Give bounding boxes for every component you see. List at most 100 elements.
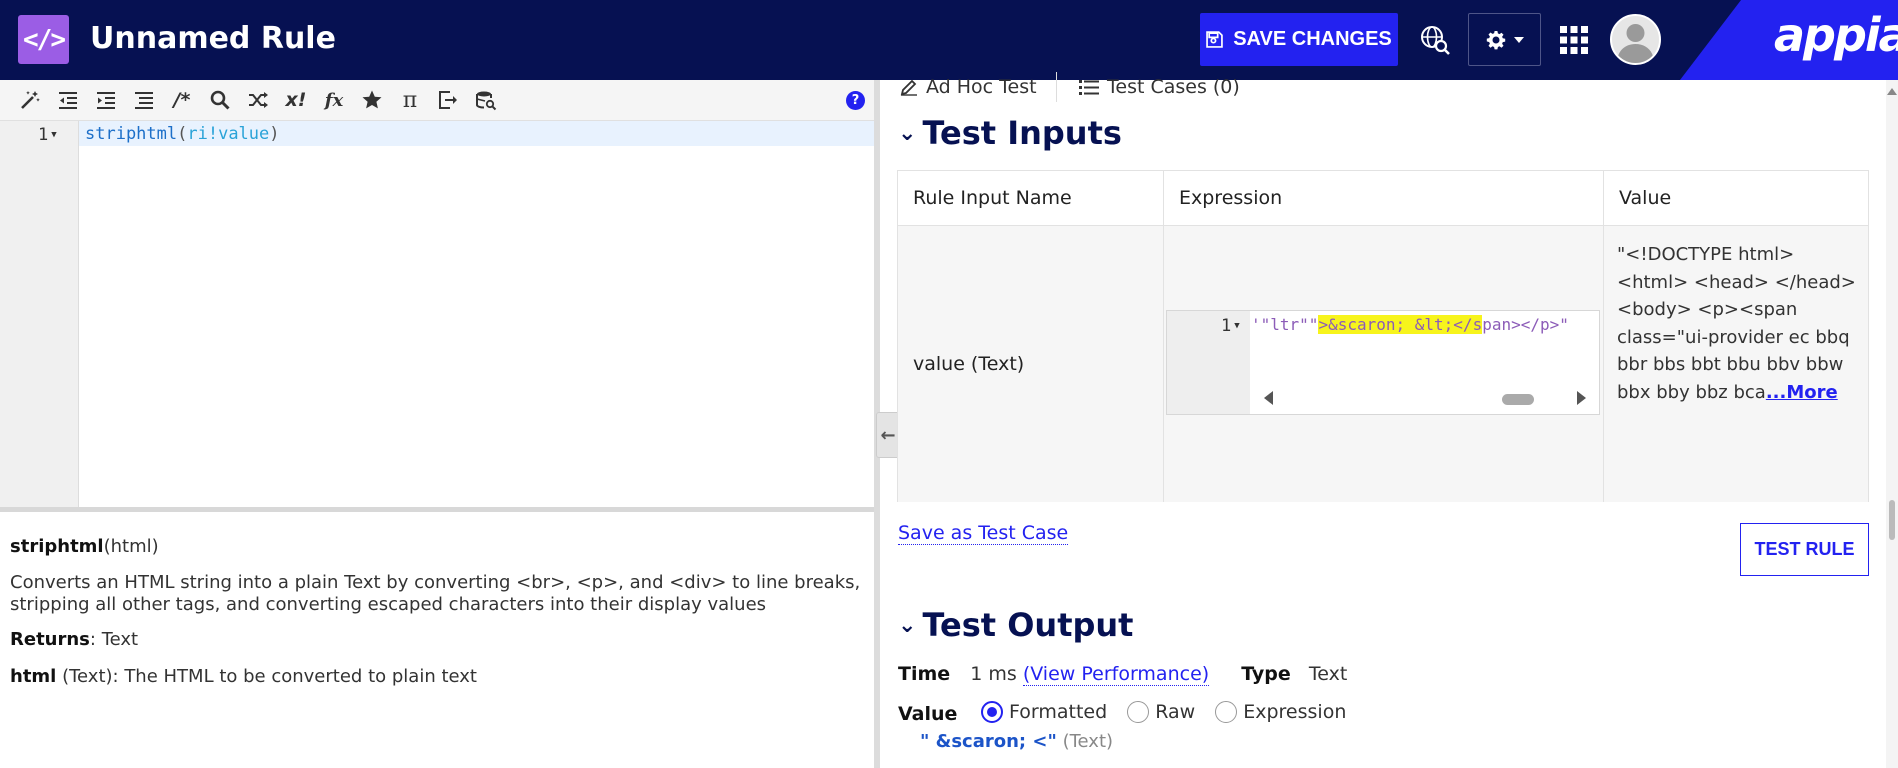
parameter-line: html (Text): The HTML to be converted to… — [10, 666, 864, 687]
code-open-paren: ( — [177, 124, 188, 144]
view-performance-link[interactable]: (View Performance) — [1022, 663, 1210, 686]
radio-formatted[interactable]: Formatted — [981, 701, 1107, 723]
test-rule-button[interactable]: TEST RULE — [1740, 523, 1869, 576]
output-result: " &scaron; <" (Text) — [920, 731, 1113, 752]
test-inputs-title: Test Inputs — [922, 114, 1122, 152]
settings-dropdown-button[interactable] — [1468, 13, 1541, 66]
fold-arrow-icon[interactable]: ▼ — [51, 130, 56, 140]
column-header-value: Value — [1603, 171, 1868, 225]
user-silhouette-icon — [1617, 24, 1654, 63]
chevron-down-icon: ⌄ — [898, 612, 917, 638]
gear-icon — [1486, 30, 1505, 49]
pencil-icon — [900, 79, 917, 96]
save-changes-button[interactable]: SAVE CHANGES — [1200, 13, 1398, 66]
function-docs: striphtml(html) Converts an HTML string … — [0, 512, 874, 768]
tab-test-cases[interactable]: Test Cases (0) — [1079, 72, 1240, 102]
more-link[interactable]: ...More — [1766, 382, 1838, 403]
tab-divider — [1056, 72, 1057, 102]
comment-icon[interactable]: /* — [163, 85, 201, 115]
star-icon[interactable] — [353, 85, 391, 115]
code-function: striphtml — [85, 124, 178, 144]
export-icon[interactable] — [429, 85, 467, 115]
result-type: (Text) — [1062, 731, 1114, 752]
function-description: Converts an HTML string into a plain Tex… — [10, 572, 861, 615]
expression-code[interactable]: '"ltr"">&scaron; &lt;</span></p>" — [1251, 315, 1599, 341]
returns-line: Returns: Text — [10, 629, 864, 650]
table-header: Rule Input Name Expression Value — [898, 171, 1868, 226]
input-value-text: "<!DOCTYPE html> <html> <head> </head> <… — [1617, 241, 1867, 406]
editor-gutter: 1 ▼ — [0, 121, 79, 507]
output-value-row: Value — [898, 703, 957, 725]
top-bar: </> Unnamed Rule SAVE CHANGES appi — [0, 0, 1898, 80]
save-as-test-case-link[interactable]: Save as Test Case — [898, 522, 1069, 545]
code-argument: ri!value — [187, 124, 270, 144]
format-list-icon[interactable] — [125, 85, 163, 115]
shuffle-icon[interactable] — [239, 85, 277, 115]
type-label: Type — [1241, 663, 1291, 685]
database-search-icon[interactable] — [467, 85, 505, 115]
rule-input-name: value (Text) — [913, 353, 1025, 375]
returns-label: Returns — [10, 629, 90, 650]
radio-selected-icon — [981, 701, 1003, 723]
tab-test-cases-label: Test Cases (0) — [1107, 76, 1240, 98]
radio-expression-label: Expression — [1243, 701, 1347, 723]
result-string: " &scaron; <" — [920, 731, 1057, 752]
scroll-right-icon[interactable] — [1577, 391, 1586, 405]
globe-search-button[interactable] — [1410, 13, 1460, 66]
magic-wand-icon[interactable] — [11, 85, 49, 115]
function-signature: striphtml(html) — [10, 536, 864, 557]
radio-expression[interactable]: Expression — [1215, 701, 1346, 723]
indent-icon[interactable] — [87, 85, 125, 115]
tab-ad-hoc-label: Ad Hoc Test — [926, 76, 1037, 98]
expression-gutter: 1 ▼ — [1167, 311, 1250, 414]
list-icon — [1079, 80, 1099, 95]
test-inputs-heading[interactable]: ⌄ Test Inputs — [898, 114, 1122, 152]
horizontal-scrollbar[interactable] — [1251, 389, 1599, 409]
scrollbar-thumb[interactable] — [1889, 500, 1895, 540]
rule-icon: </> — [18, 15, 69, 64]
outdent-icon[interactable] — [49, 85, 87, 115]
user-avatar[interactable] — [1610, 14, 1661, 65]
chevron-down-icon: ⌄ — [898, 120, 917, 146]
pi-icon[interactable]: π — [391, 85, 429, 115]
parameter-desc: (Text): The HTML to be converted to plai… — [56, 666, 477, 687]
app-root: </> Unnamed Rule SAVE CHANGES appi /* x!… — [0, 0, 1898, 768]
function-icon[interactable]: fx — [315, 85, 353, 115]
line-number: 1 ▼ — [1221, 316, 1240, 336]
time-value: 1 ms — [970, 663, 1017, 685]
code-close-paren: ) — [269, 124, 280, 144]
type-value: Text — [1308, 663, 1348, 685]
apps-grid-button[interactable] — [1548, 13, 1600, 66]
apps-grid-icon — [1560, 25, 1588, 54]
fold-arrow-icon[interactable]: ▼ — [1234, 321, 1239, 331]
line-number: 1 ▼ — [38, 125, 57, 145]
column-header-rule-input: Rule Input Name — [913, 187, 1072, 209]
expression-highlight: >&scaron; &lt;</s — [1318, 315, 1483, 334]
search-icon[interactable] — [201, 85, 239, 115]
value-label: Value — [898, 703, 958, 725]
code-line[interactable]: striphtml(ri!value) — [85, 124, 280, 144]
help-icon[interactable]: ? — [846, 91, 865, 110]
panel-scrollbar[interactable] — [1886, 80, 1898, 768]
parameter-name: html — [10, 666, 57, 687]
tab-ad-hoc-test[interactable]: Ad Hoc Test — [898, 72, 1056, 102]
expression-text-post: pan></p>" — [1482, 315, 1569, 334]
variable-icon[interactable]: x! — [277, 85, 315, 115]
scroll-up-icon[interactable] — [1887, 88, 1897, 95]
chevron-down-icon — [1513, 36, 1524, 43]
globe-search-icon — [1421, 25, 1450, 55]
time-label: Time — [898, 663, 951, 685]
test-output-title: Test Output — [922, 606, 1134, 644]
page-title: Unnamed Rule — [90, 21, 336, 56]
test-output-heading[interactable]: ⌄ Test Output — [898, 606, 1133, 644]
radio-raw[interactable]: Raw — [1127, 701, 1195, 723]
editor-toolbar: /* x! fx π — [0, 80, 874, 121]
output-meta-row: Time 1 ms (View Performance) Type Text — [898, 663, 1348, 686]
input-expression-editor[interactable]: 1 ▼ '"ltr"">&scaron; &lt;</span></p>" — [1166, 310, 1600, 415]
scroll-left-icon[interactable] — [1264, 391, 1273, 405]
expression-editor[interactable]: 1 ▼ striphtml(ri!value) — [0, 121, 874, 507]
appian-logo: appian — [1774, 8, 1898, 62]
function-name: striphtml — [10, 536, 104, 557]
column-header-expression: Expression — [1163, 171, 1603, 225]
scrollbar-thumb[interactable] — [1502, 394, 1534, 405]
